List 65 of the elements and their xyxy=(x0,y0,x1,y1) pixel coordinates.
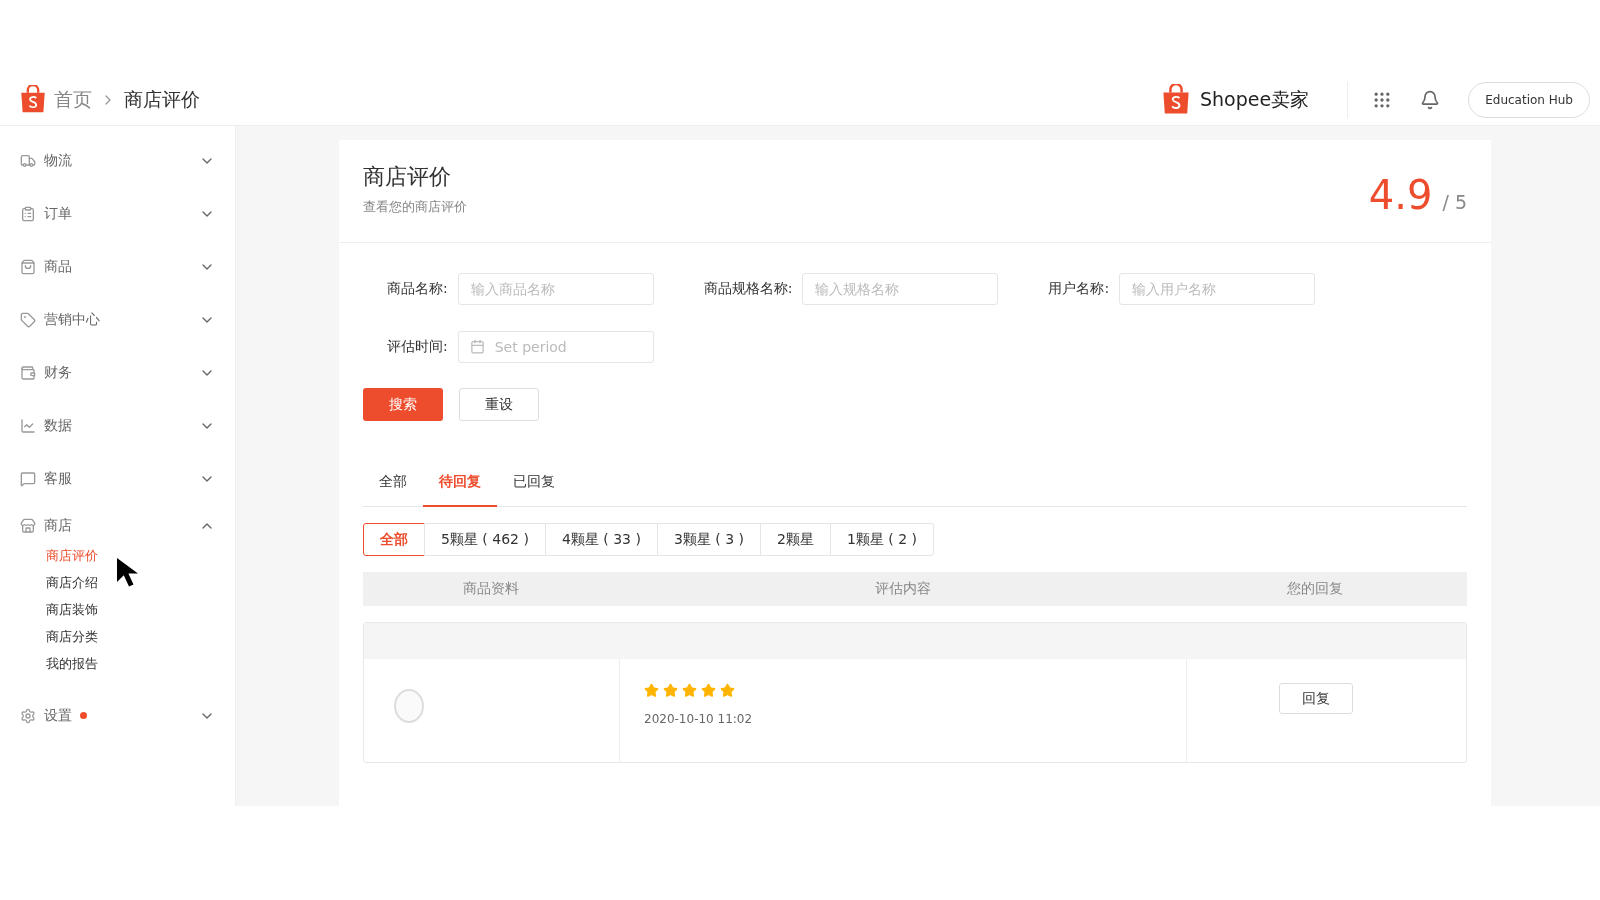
brand-name: Shopee卖家 xyxy=(1200,86,1310,112)
wallet-icon xyxy=(20,364,36,381)
sidebar-item[interactable]: 订单 xyxy=(0,187,235,240)
page-subtitle: 查看您的商店评价 xyxy=(363,198,467,216)
sidebar-item[interactable]: 营销中心 xyxy=(0,293,235,346)
sidebar-item[interactable]: 财务 xyxy=(0,346,235,399)
clipboard-icon xyxy=(20,205,36,222)
star-icon xyxy=(701,683,716,698)
sidebar-item[interactable]: 物流 xyxy=(0,134,235,187)
filter-label: 评估时间: xyxy=(387,338,448,356)
reply-button[interactable]: 回复 xyxy=(1279,683,1353,714)
rating-max: / 5 xyxy=(1442,191,1467,213)
breadcrumb-link[interactable]: 首页 xyxy=(54,86,92,113)
shopping-bag-logo-icon xyxy=(20,85,46,114)
education-hub-button[interactable]: Education Hub xyxy=(1468,81,1590,118)
sidebar-subitem[interactable]: 商店评价 xyxy=(46,547,98,565)
tag-icon xyxy=(20,311,36,328)
sidebar-item[interactable]: 商店 xyxy=(0,505,235,547)
star-icon xyxy=(720,683,735,698)
review-date: 2020-10-10 11:02 xyxy=(644,712,754,726)
breadcrumb-link[interactable]: 商店评价 xyxy=(124,86,200,113)
star-filter-tab[interactable]: 2颗星 xyxy=(760,523,831,556)
star-filter-tab[interactable]: 1颗星 ( 2 ) xyxy=(829,523,934,556)
star-icon xyxy=(682,683,697,698)
column-header: 您的回复 xyxy=(1286,580,1344,598)
star-icon xyxy=(663,683,678,698)
filter-label: 用户名称: xyxy=(1048,280,1110,298)
column-header: 评估内容 xyxy=(873,580,932,598)
input-field[interactable]: 输入用户名称 xyxy=(1119,273,1316,305)
filter-label: 商品规格名称: xyxy=(703,280,793,298)
column-header: 商品资料 xyxy=(462,580,520,598)
bag-icon xyxy=(20,258,36,275)
page-title: 商店评价 xyxy=(363,163,452,191)
settings-icon xyxy=(20,707,36,724)
sidebar-item[interactable]: 数据 xyxy=(0,399,235,452)
product-photo-placeholder xyxy=(394,689,424,723)
tab[interactable]: 全部 xyxy=(363,473,423,507)
sidebar-subitem[interactable]: 我的报告 xyxy=(46,655,98,673)
store-icon xyxy=(20,518,36,534)
sidebar-item[interactable]: 客服 xyxy=(0,452,235,505)
search-button[interactable]: 搜索 xyxy=(363,388,443,421)
star-filter-tab[interactable]: 5颗星 ( 462 ) xyxy=(424,523,546,556)
input-field[interactable]: 输入商品名称 xyxy=(457,273,654,305)
sidebar-item[interactable]: 商品 xyxy=(0,240,235,293)
rating-score: 4.9 xyxy=(1368,172,1433,218)
tab[interactable]: 待回复 xyxy=(423,473,497,507)
star-filter-tab[interactable]: 3颗星 ( 3 ) xyxy=(656,523,761,556)
sidebar-subitem[interactable]: 商店介绍 xyxy=(46,574,98,592)
input-field[interactable]: 输入规格名称 xyxy=(802,273,999,305)
chart-icon xyxy=(20,417,36,434)
bell-icon[interactable] xyxy=(1420,89,1441,110)
truck-icon xyxy=(20,152,36,169)
message-icon xyxy=(20,470,36,487)
star-icon xyxy=(644,683,659,698)
filter-label: 商品名称: xyxy=(387,280,448,298)
sidebar-item[interactable]: 设置 xyxy=(0,689,235,742)
calendar-icon xyxy=(469,339,485,354)
sidebar-subitem[interactable]: 商店装饰 xyxy=(46,601,98,619)
shopping-bag-logo-icon xyxy=(1162,84,1190,115)
tab[interactable]: 已回复 xyxy=(497,473,571,507)
reset-button[interactable]: 重设 xyxy=(459,388,539,421)
sidebar-subitem[interactable]: 商店分类 xyxy=(46,628,98,646)
star-filter-tab[interactable]: 4颗星 ( 33 ) xyxy=(544,523,658,556)
star-filter-tab[interactable]: 全部 xyxy=(363,523,425,556)
date-range-field[interactable]: Set period xyxy=(457,331,654,363)
